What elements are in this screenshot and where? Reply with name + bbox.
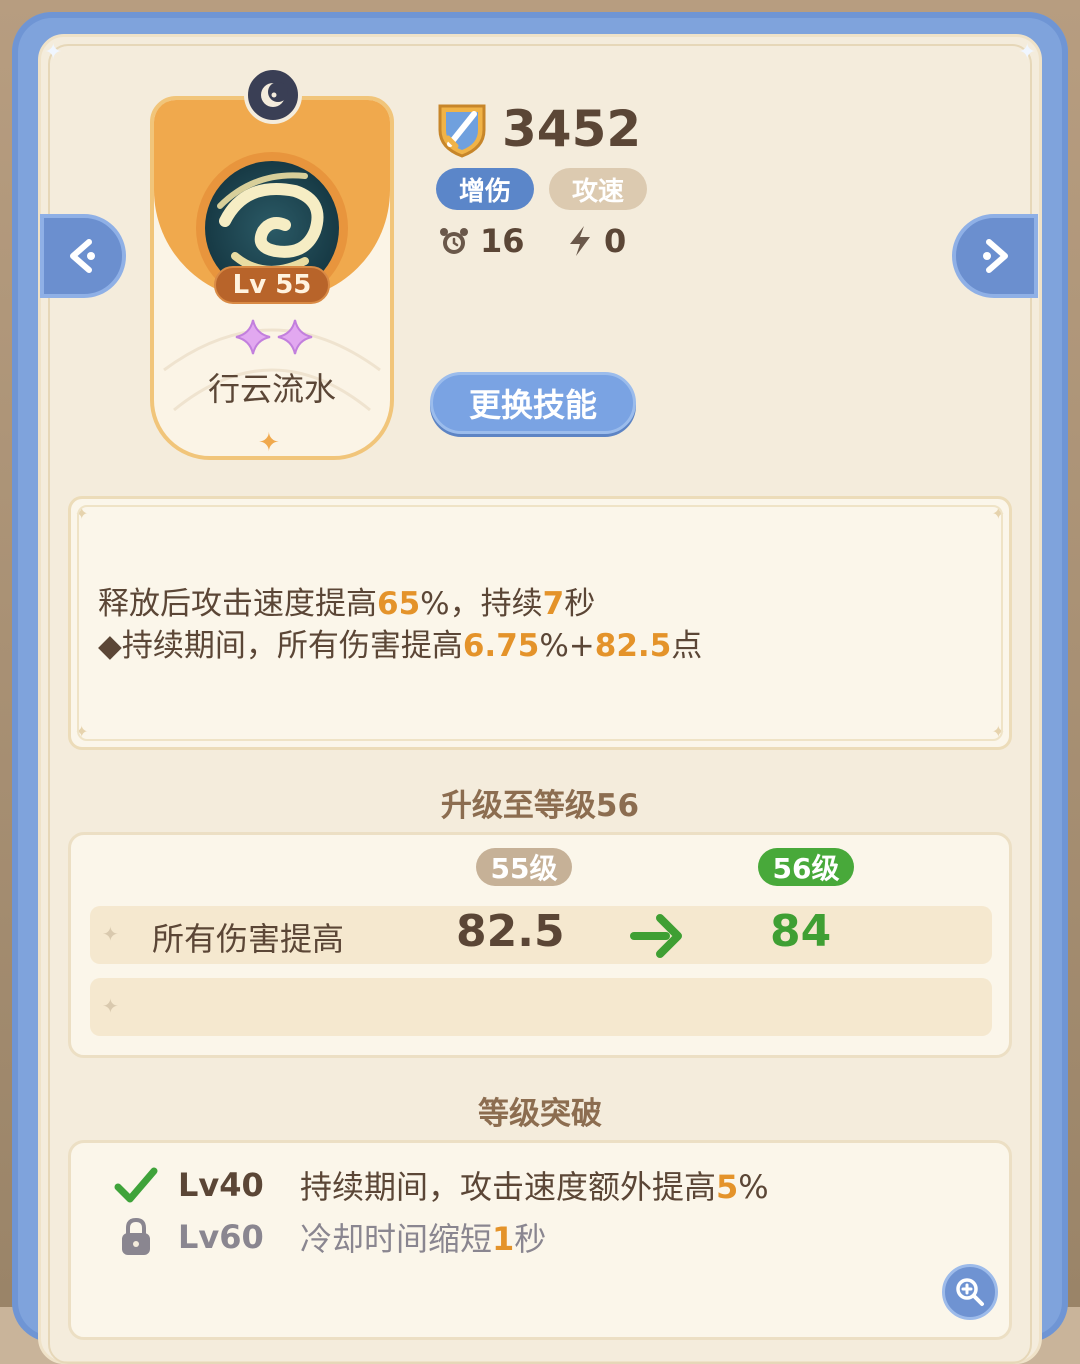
upgrade-title: 升级至等级56 [440,788,640,824]
upgrade-row-empty [90,978,992,1036]
skill-stars [234,318,314,356]
alarm-clock-icon [440,228,468,254]
change-skill-button[interactable]: 更换技能 [430,372,636,434]
current-level-pill: 55级 [476,848,572,886]
tag-attack-speed: 攻速 [549,168,647,210]
card-star-icon: ✦ [258,428,280,458]
star-icon [235,319,271,355]
magnifier-plus-icon [956,1278,984,1306]
arrow-right-icon [630,914,682,958]
zoom-button[interactable] [942,1264,998,1320]
skill-name: 行云流水 [207,370,336,408]
row-star-icon: ✦ [102,922,119,946]
row-star-icon: ✦ [102,994,119,1018]
breakthrough-item: Lv40 持续期间，攻击速度额外提高5% [114,1162,769,1208]
star-icon [277,319,313,355]
chevron-left-icon [70,239,95,273]
breakthrough-title: 等级突破 [478,1096,602,1132]
description-line-2: ◆持续期间，所有伤害提高6.75%+82.5点 [98,628,703,664]
moon-icon [244,66,302,124]
upgrade-stat-label: 所有伤害提高 [152,920,345,958]
skill-level-badge: Lv 55 [214,266,330,304]
tag-damage-boost: 增伤 [436,168,534,210]
next-level-pill: 56级 [758,848,854,886]
checkmark-icon [114,1163,158,1207]
shield-sword-icon [438,104,486,158]
lightning-icon [570,226,590,256]
power-display: 3452 [434,100,641,158]
power-value: 3452 [502,100,642,158]
prev-skill-button[interactable] [40,214,126,298]
cooldown-stat: 16 [438,222,525,260]
corner-gem-icon: ✦ [44,40,63,65]
chevron-right-icon [983,239,1008,273]
corner-gem-icon: ✦ [1018,40,1037,65]
upgrade-current-value: 82.5 [456,906,565,957]
cooldown-value: 16 [480,222,525,260]
energy-stat: 0 [566,222,626,260]
next-skill-button[interactable] [952,214,1038,298]
breakthrough-item: Lv60 冷却时间缩短1秒 [114,1214,546,1260]
energy-value: 0 [604,222,627,260]
upgrade-next-value: 84 [770,906,832,957]
description-line-1: 释放后攻击速度提高65%，持续7秒 [98,586,596,622]
lock-icon [114,1215,158,1259]
